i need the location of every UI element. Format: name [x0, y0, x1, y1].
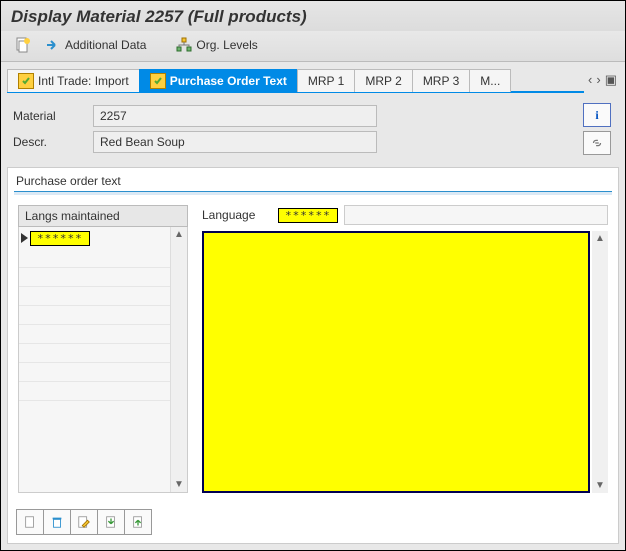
page-title: Display Material 2257 (Full products)	[11, 7, 615, 27]
language-value: ******	[278, 208, 338, 223]
content: Material 2257 Descr. Red Bean Soup i Pur…	[1, 93, 625, 550]
org-levels-button[interactable]: Org. Levels	[172, 35, 261, 55]
material-value: 2257	[93, 105, 377, 127]
org-levels-icon	[176, 37, 192, 53]
panel-title: Purchase order text	[8, 168, 618, 191]
tab-more[interactable]: M...	[469, 69, 511, 92]
table-row[interactable]	[19, 268, 170, 287]
additional-data-label: Additional Data	[65, 38, 146, 52]
tab-label: MRP 1	[308, 74, 344, 88]
text-editor-section: Language ****** ▲ ▼	[202, 205, 608, 493]
tab-scroll-left[interactable]: ‹	[588, 72, 592, 87]
tab-label: Purchase Order Text	[170, 74, 287, 88]
lang-row[interactable]: ******	[19, 227, 170, 249]
copy-out-button[interactable]	[124, 509, 152, 535]
table-row[interactable]	[19, 287, 170, 306]
edit-icon	[77, 515, 91, 529]
langs-maintained-table: Langs maintained ******	[18, 205, 188, 493]
tab-mrp-3[interactable]: MRP 3	[412, 69, 470, 92]
tab-badge-icon	[150, 73, 166, 89]
tab-scroll-right[interactable]: ›	[596, 72, 600, 87]
new-icon	[15, 37, 31, 53]
page-copy-out-icon	[131, 515, 145, 529]
delete-button[interactable]	[43, 509, 71, 535]
scroll-down-icon[interactable]: ▼	[174, 479, 184, 490]
tab-mrp-1[interactable]: MRP 1	[297, 69, 355, 92]
table-row[interactable]	[19, 325, 170, 344]
toolbar: Additional Data Org. Levels	[1, 31, 625, 62]
text-editor[interactable]	[202, 231, 590, 493]
bottom-toolbar	[8, 501, 618, 543]
create-button[interactable]	[16, 509, 44, 535]
scroll-down-icon[interactable]: ▼	[595, 480, 605, 491]
purchase-order-text-panel: Purchase order text Langs maintained ***…	[7, 167, 619, 544]
tab-list-button[interactable]: ▣	[605, 72, 617, 88]
header: Display Material 2257 (Full products)	[1, 1, 625, 31]
info-icon: i	[595, 108, 598, 123]
page-copy-in-icon	[104, 515, 118, 529]
arrow-right-icon	[45, 37, 61, 53]
editor-scrollbar[interactable]: ▲ ▼	[592, 231, 608, 493]
material-label: Material	[13, 109, 93, 123]
table-row[interactable]	[19, 306, 170, 325]
tab-label: MRP 2	[365, 74, 401, 88]
link-icon	[590, 136, 604, 150]
table-row[interactable]	[19, 249, 170, 268]
page-icon	[23, 515, 37, 529]
tab-mrp-2[interactable]: MRP 2	[354, 69, 412, 92]
tab-badge-icon	[18, 73, 34, 89]
table-row[interactable]	[19, 344, 170, 363]
scroll-up-icon[interactable]: ▲	[595, 233, 605, 244]
copy-in-button[interactable]	[97, 509, 125, 535]
trash-icon	[50, 515, 64, 529]
header-fields: Material 2257 Descr. Red Bean Soup i	[7, 97, 619, 161]
table-row[interactable]	[19, 382, 170, 401]
langs-header: Langs maintained	[18, 205, 188, 227]
descr-value: Red Bean Soup	[93, 131, 377, 153]
langs-scrollbar[interactable]: ▲ ▼	[170, 227, 187, 492]
language-label: Language	[202, 208, 272, 222]
tab-label: Intl Trade: Import	[38, 74, 129, 88]
new-button[interactable]	[11, 35, 35, 55]
info-button[interactable]: i	[583, 103, 611, 127]
descr-label: Descr.	[13, 135, 93, 149]
language-extend-field	[344, 205, 608, 225]
tab-purchase-order-text[interactable]: Purchase Order Text	[139, 69, 298, 92]
tab-label: MRP 3	[423, 74, 459, 88]
link-button[interactable]	[583, 131, 611, 155]
lang-row-value: ******	[30, 231, 90, 246]
scroll-up-icon[interactable]: ▲	[174, 229, 184, 240]
app-root: Display Material 2257 (Full products) Ad…	[0, 0, 626, 551]
row-selector-icon	[21, 233, 28, 243]
edit-button[interactable]	[70, 509, 98, 535]
tabstrip: Intl Trade: Import Purchase Order Text M…	[1, 62, 625, 93]
additional-data-button[interactable]: Additional Data	[41, 35, 150, 55]
org-levels-label: Org. Levels	[196, 38, 257, 52]
tab-label: M...	[480, 74, 500, 88]
tab-nav: ‹ › ▣	[584, 72, 621, 90]
table-row[interactable]	[19, 363, 170, 382]
tab-intl-trade-import[interactable]: Intl Trade: Import	[7, 69, 140, 92]
